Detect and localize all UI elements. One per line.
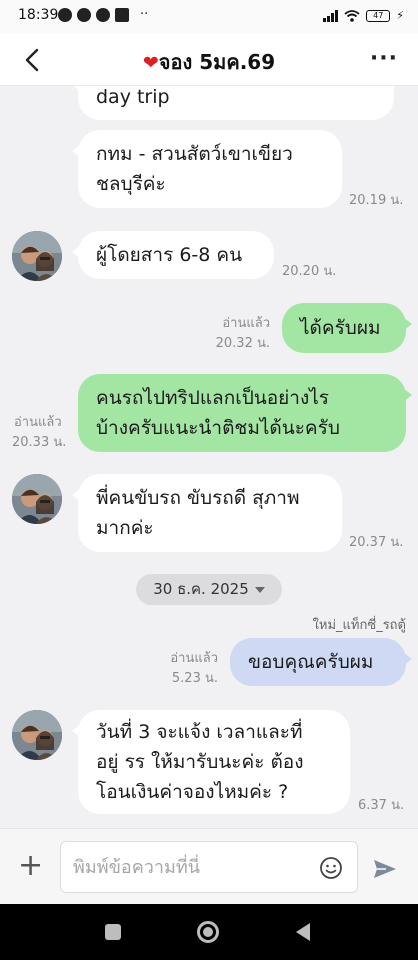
caret-down-icon [254, 586, 265, 593]
message-line: วันที่ 3 จะแจ้ง เวลาและที่ [96, 721, 303, 743]
charging-icon: ⚡ [396, 9, 404, 22]
composer-bar: + [0, 828, 418, 904]
home-icon[interactable] [197, 921, 219, 943]
message-bubble-incoming[interactable]: day trip [72, 86, 394, 120]
message-line: ผู้โดยสาร 6-8 คน [96, 244, 243, 266]
avatar[interactable] [12, 474, 62, 524]
message-field-box [60, 841, 358, 893]
smiley-icon[interactable] [319, 856, 343, 880]
message-bubble-outgoing[interactable]: คนรถไปทริปแลกเป็นอย่างไร บ้างครับแนะนำติ… [78, 374, 412, 452]
send-icon[interactable] [372, 858, 398, 880]
recent-apps-icon[interactable] [105, 924, 121, 940]
message-time: 20.19 น. [349, 193, 404, 208]
message-line: โอนเงินค่าจองไหมค่ะ ? [96, 781, 289, 803]
notification-icons: ·· [58, 8, 148, 22]
message-list[interactable]: day trip กทม - สวนสัตว์เขาเขียว ชลบุรีค่… [0, 86, 418, 828]
avatar-photo [12, 710, 62, 760]
status-bar: 18:39 ·· 47 ⚡ [0, 0, 418, 34]
message-bubble-outgoing[interactable]: ได้ครับผม [282, 303, 412, 353]
back-triangle-icon[interactable] [296, 923, 310, 941]
message-line: คนรถไปทริปแลกเป็นอย่างไร [96, 387, 330, 409]
message-time: 20.32 น. [215, 336, 270, 351]
system-nav-bar [0, 904, 418, 960]
date-separator[interactable]: 30 ธ.ค. 2025 [136, 574, 282, 605]
message-line: ได้ครับผม [300, 317, 381, 339]
message-line: บ้างครับแนะนำติชมได้นะครับ [96, 417, 340, 439]
read-receipt: อ่านแล้ว [14, 415, 62, 430]
message-line: มากค่ะ [96, 517, 154, 539]
alarm-icon [58, 8, 72, 22]
battery-icon: 47 [366, 9, 391, 22]
chat-header: ❤จอง 5มค.69 ··· [0, 34, 418, 86]
message-bubble-outgoing[interactable]: ขอบคุณครับผม [230, 638, 412, 686]
app-icon [77, 8, 91, 22]
message-line: อยู่ รร ให้มารับนะค่ะ ต้อง [96, 751, 304, 773]
message-input[interactable] [61, 842, 301, 892]
avatar[interactable] [12, 231, 62, 281]
message-time: 20.20 น. [282, 264, 337, 279]
message-line: ชลบุรีค่ะ [96, 173, 166, 195]
avatar-photo [12, 231, 62, 281]
message-time: 6.37 น. [358, 798, 405, 813]
signal-icon [323, 9, 339, 22]
more-notifications-indicator: ·· [140, 7, 149, 22]
plus-icon[interactable]: + [18, 851, 43, 881]
message-time: 5.23 น. [171, 671, 218, 686]
status-time: 18:39 [18, 7, 59, 23]
read-receipt: อ่านแล้ว [222, 316, 270, 331]
read-receipt: อ่านแล้ว [170, 651, 218, 666]
grid-icon [115, 8, 129, 22]
heart-icon: ❤ [142, 52, 159, 74]
system-icons: 47 ⚡ [323, 9, 404, 22]
message-time: 20.33 น. [12, 435, 67, 450]
message-bubble-incoming[interactable]: วันที่ 3 จะแจ้ง เวลาและที่ อยู่ รร ให้มา… [72, 710, 350, 814]
avatar-photo [12, 474, 62, 524]
chat-icon [96, 8, 110, 22]
message-time: 20.37 น. [349, 535, 404, 550]
message-bubble-incoming[interactable]: กทม - สวนสัตว์เขาเขียว ชลบุรีค่ะ [72, 130, 342, 208]
message-line: ขอบคุณครับผม [248, 651, 374, 673]
message-line: พี่คนขับรถ ขับรถดี สุภาพ [96, 487, 300, 509]
date-separator-label: 30 ธ.ค. 2025 [153, 580, 249, 598]
message-bubble-incoming[interactable]: พี่คนขับรถ ขับรถดี สุภาพ มากค่ะ [72, 474, 342, 552]
message-line: กทม - สวนสัตว์เขาเขียว [96, 143, 293, 165]
message-bubble-incoming[interactable]: ผู้โดยสาร 6-8 คน [72, 231, 274, 279]
avatar[interactable] [12, 710, 62, 760]
sender-name: ใหม่_แท็กซี่_รถตู้ [312, 618, 406, 633]
wifi-icon [344, 9, 360, 22]
chat-title-text: จอง 5มค.69 [158, 50, 276, 74]
message-text: day trip [96, 86, 170, 108]
more-options-icon[interactable]: ··· [370, 46, 398, 71]
chat-title: ❤จอง 5มค.69 [0, 46, 418, 78]
